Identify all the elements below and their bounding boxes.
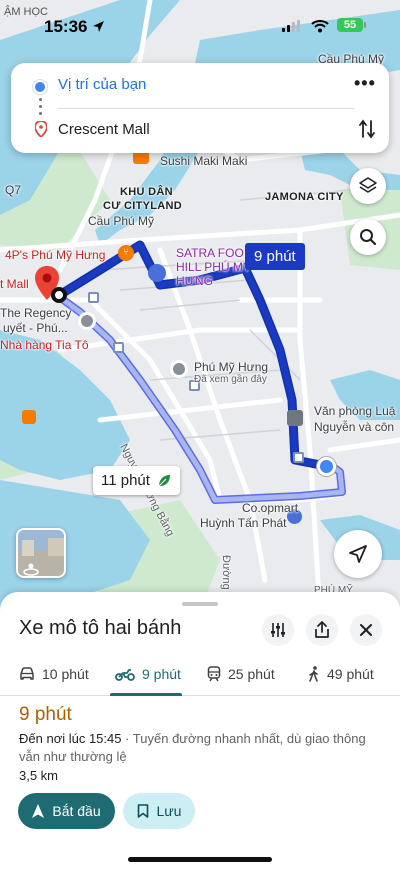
status-time: 15:36: [44, 17, 88, 36]
tab-motorcycle-label: 9 phút: [142, 666, 181, 682]
options-button[interactable]: [262, 614, 294, 646]
map-label-cau-phu-my-2: Cầu Phú Mỹ: [88, 214, 155, 228]
save-button-label: Lưu: [156, 803, 182, 819]
map-label-q7: Q7: [5, 183, 22, 197]
start-navigation-icon: [32, 804, 45, 818]
swap-vertical-icon[interactable]: [359, 119, 375, 139]
tab-car-label: 10 phút: [42, 666, 89, 682]
recent-place-icon[interactable]: [78, 312, 96, 330]
map-label-4ps: 4P's Phú Mỹ Hưng: [5, 248, 106, 262]
map-label-jamona: JAMONA CITY: [265, 191, 344, 203]
status-bar: ẬM HỌC 15:36 55: [0, 0, 400, 44]
close-button[interactable]: [350, 614, 382, 646]
arrival-time: Đến nơi lúc 15:45: [19, 731, 122, 746]
tab-motorcycle[interactable]: 9 phút: [115, 652, 181, 696]
map-label-duong: Đường: [220, 555, 232, 590]
status-carrier: ẬM HỌC: [4, 6, 48, 18]
directions-card: Vị trí của bạn Crescent Mall •••: [11, 63, 389, 153]
map-label-regency-1: The Regency: [0, 306, 72, 320]
map-label-satra-1: SATRA FOO: [176, 246, 244, 260]
bus-stop-icon-2: [113, 342, 124, 353]
share-button[interactable]: [306, 614, 338, 646]
food-icon-2[interactable]: [22, 410, 36, 424]
map-label-khu-dan: KHU DÂN: [120, 186, 173, 198]
map-label-coopmart-2: Huỳnh Tấn Phát: [200, 516, 287, 530]
recent-place-icon-2[interactable]: [170, 360, 188, 378]
start-button-label: Bắt đầu: [52, 803, 101, 819]
active-tab-indicator: [110, 693, 182, 696]
route-description: Đến nơi lúc 15:45 · Tuyến đường nhanh nh…: [19, 730, 381, 766]
signal-icon: [282, 20, 300, 32]
route-distance: 3,5 km: [19, 768, 59, 783]
walk-icon: [309, 666, 318, 682]
route-time-badge-alt-label: 11 phút: [101, 472, 150, 489]
street-view-thumbnail[interactable]: [16, 528, 66, 578]
map-label-coopmart-1: Co.opmart: [242, 501, 299, 515]
more-horizontal-icon[interactable]: •••: [354, 73, 376, 94]
map-label-mall: t Mall: [0, 277, 29, 291]
map-label-satra-2: HILL PHÚ MỸ: [176, 260, 251, 274]
map-label-regency-2: uyết - Phú...: [3, 321, 68, 335]
bookmark-icon: [137, 804, 148, 818]
home-indicator[interactable]: [128, 857, 272, 862]
search-icon: [360, 229, 377, 246]
layers-icon: [359, 177, 377, 193]
office-icon[interactable]: [287, 410, 303, 426]
origin-dot-icon: [35, 82, 45, 92]
map-label-da-xem: Đã xem gần đây: [194, 374, 267, 385]
map-label-cityland: CƯ CITYLAND: [103, 200, 183, 212]
battery-icon: 55: [337, 18, 363, 32]
start-button[interactable]: Bắt đầu: [18, 793, 115, 829]
bus-stop-icon: [88, 292, 99, 303]
map-label-satra-3: HƯNG: [176, 274, 213, 288]
directions-sheet: Xe mô tô hai bánh 10 phút 9 phút 25 phút…: [0, 592, 400, 869]
current-location-dot: [317, 457, 336, 476]
route-duration: 9 phút: [19, 704, 72, 725]
share-icon: [315, 621, 329, 638]
navigation-arrow-icon: [349, 545, 367, 563]
tab-walk[interactable]: 49 phút: [308, 652, 374, 696]
map-label-phu-my-hung: Phú Mỹ Hưng: [194, 360, 269, 374]
route-time-badge-primary[interactable]: 9 phút: [245, 243, 305, 270]
route-dots-icon: [39, 98, 42, 119]
tab-car[interactable]: 10 phút: [19, 652, 89, 696]
map-label-van-phong-2: Nguyễn và côn: [314, 420, 395, 434]
navigation-button[interactable]: [334, 530, 382, 578]
location-arrow-icon: [93, 21, 104, 32]
transit-icon: [207, 666, 221, 682]
street-view-icon: [22, 538, 64, 576]
map-label-nha-hang: Nhà hàng Tia Tô: [0, 338, 89, 352]
tab-transit-label: 25 phút: [228, 666, 275, 682]
map-view[interactable]: ⑂ Cầu Phú Mỹ Q7 Sushi Maki Maki KHU DÂN …: [0, 0, 400, 612]
search-button[interactable]: [350, 219, 386, 255]
route-end-marker: [51, 287, 67, 303]
sheet-title: Xe mô tô hai bánh: [19, 617, 182, 639]
sheet-drag-handle[interactable]: [182, 602, 218, 606]
shopping-bag-icon[interactable]: [148, 264, 166, 282]
route-time-badge-alt[interactable]: 11 phút: [93, 466, 180, 495]
options-icon: [271, 623, 285, 637]
close-icon: [360, 624, 372, 636]
tab-walk-label: 49 phút: [327, 666, 374, 682]
travel-mode-tabs: 10 phút 9 phút 25 phút 49 phút: [0, 652, 400, 696]
car-icon: [20, 667, 34, 680]
bus-stop-icon-3: [293, 452, 304, 463]
save-button[interactable]: Lưu: [123, 793, 195, 829]
eco-leaf-icon: [158, 474, 170, 486]
tab-transit[interactable]: 25 phút: [207, 652, 275, 696]
destination-pin-small-icon: [35, 121, 47, 137]
battery-cap: [364, 22, 366, 28]
map-label-van-phong-1: Văn phòng Luậ: [314, 404, 396, 418]
origin-field[interactable]: Vị trí của bạn: [58, 76, 146, 93]
wifi-icon: [311, 20, 329, 33]
map-label-sushi: Sushi Maki Maki: [160, 154, 248, 168]
restaurant-icon[interactable]: ⑂: [118, 245, 134, 261]
motorcycle-icon: [115, 669, 135, 681]
divider: [58, 108, 354, 109]
destination-field[interactable]: Crescent Mall: [58, 121, 150, 138]
layers-button[interactable]: [350, 168, 386, 204]
